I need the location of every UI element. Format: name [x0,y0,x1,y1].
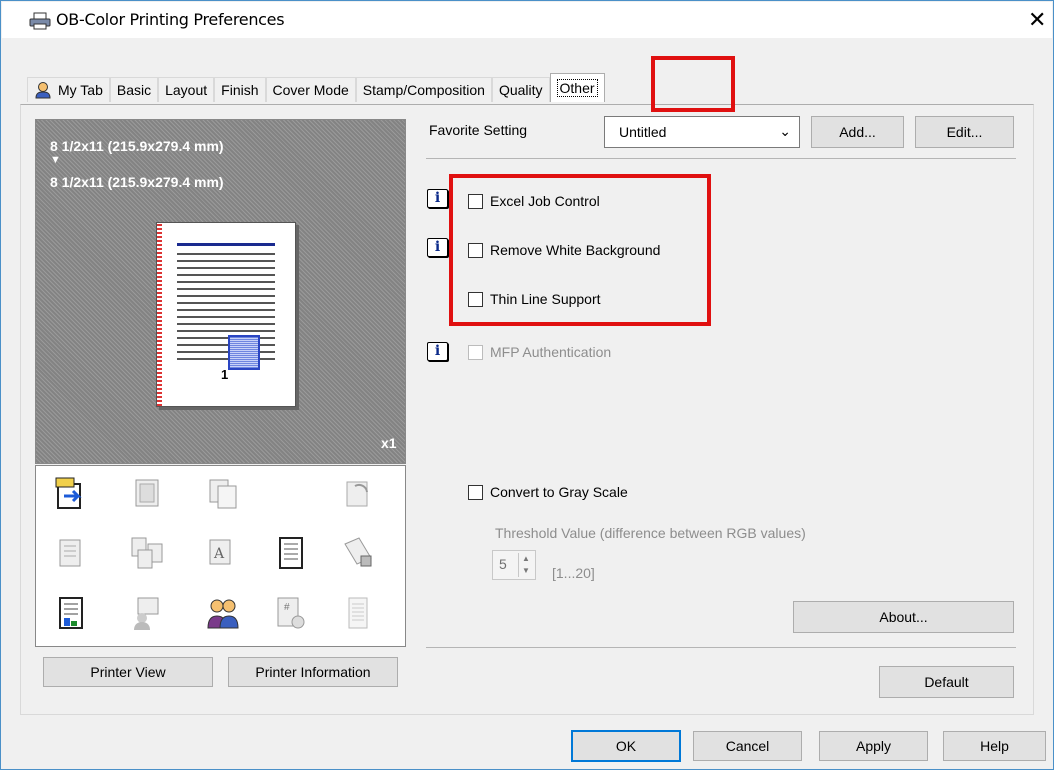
tab-label: Finish [221,82,259,98]
mfp-authentication-info-icon[interactable]: i [427,342,448,361]
tab-cover-mode[interactable]: Cover Mode [265,77,356,102]
secure-print-icon[interactable] [341,536,375,570]
printer-information-label: Printer Information [255,664,371,680]
edit-button[interactable]: Edit... [915,116,1014,148]
output-size-label: 8 1/2x11 (215.9x279.4 mm) [50,174,224,190]
person-icon [35,82,51,99]
cancel-label: Cancel [725,738,770,754]
printer-icon [29,12,51,30]
apply-label: Apply [855,738,892,754]
text-lines [177,253,275,365]
about-label: About... [879,609,928,625]
printer-view-button[interactable]: Printer View [43,657,213,687]
remove-white-background-info-icon[interactable]: i [427,238,448,257]
cancel-button[interactable]: Cancel [693,731,802,761]
printer-view-label: Printer View [90,664,166,680]
tab-label: Basic [116,82,152,98]
threshold-label: Threshold Value (difference between RGB … [495,525,806,541]
down-arrow-icon: ▼ [50,154,61,166]
booklet-icon[interactable] [130,476,164,510]
printer-information-button[interactable]: Printer Information [228,657,398,687]
threshold-range: [1...20] [552,565,595,581]
favorite-setting-value: Untitled [619,124,667,140]
tab-my-tab[interactable]: My Tab [27,77,110,102]
tab-layout[interactable]: Layout [158,77,215,102]
tab-label: Other [556,79,598,97]
excel-job-control-info-icon[interactable]: i [427,189,448,208]
edit-label: Edit... [946,124,983,140]
printing-preferences-dialog: OB-Color Printing Preferences ✕ My Tab B… [0,0,1054,770]
tab-stamp-composition[interactable]: Stamp/Composition [355,77,492,102]
page-thumbnail: 1 [156,222,296,407]
window-title: OB-Color Printing Preferences [56,10,285,29]
font-icon[interactable]: A [206,536,240,570]
threshold-spinner: 5 ▲ ▼ [492,550,536,580]
convert-gray-scale-label: Convert to Gray Scale [490,484,628,500]
favorite-setting-select[interactable]: Untitled ⌄ [604,116,800,148]
help-label: Help [980,738,1009,754]
threshold-value: 5 [499,556,507,572]
binding-edge [157,223,162,406]
favorite-setting-label: Favorite Setting [429,122,528,138]
collate-icon[interactable] [130,536,164,570]
tab-basic[interactable]: Basic [109,77,159,102]
add-label: Add... [839,124,876,140]
svg-text:A: A [213,546,225,562]
tab-quality[interactable]: Quality [491,77,550,102]
tab-label: Layout [165,82,208,98]
copies-label: x1 [381,435,397,451]
report-icon[interactable] [54,596,88,630]
mfp-authentication-label: MFP Authentication [490,344,612,360]
chevron-down-icon: ⌄ [779,123,791,139]
tab-finish[interactable]: Finish [214,77,266,102]
tab-label: Cover Mode [272,82,349,98]
document-stack-icon[interactable] [54,536,88,570]
lined-page-icon[interactable] [341,596,375,630]
page-number-icon[interactable]: # [274,596,308,630]
tab-label: Stamp/Composition [362,82,485,98]
image-block [228,335,260,370]
mfp-authentication-checkbox [468,345,483,360]
page-number: 1 [221,367,229,382]
header-line [177,243,275,246]
highlight-options-box [449,174,711,326]
user-print-icon[interactable] [130,596,164,630]
tab-other[interactable]: Other [549,73,605,102]
close-icon[interactable]: ✕ [1028,8,1046,33]
separator-top [426,158,1016,159]
add-button[interactable]: Add... [811,116,904,148]
highlight-other-tab [651,56,735,112]
ok-button[interactable]: OK [571,730,681,762]
original-size-label: 8 1/2x11 (215.9x279.4 mm) [50,138,224,154]
convert-gray-scale-checkbox[interactable] [468,485,483,500]
form-document-icon[interactable] [274,536,308,570]
tab-strip: My Tab Basic Layout Finish Cover Mode St… [27,73,605,102]
ok-label: OK [615,738,637,754]
svg-text:#: # [284,602,290,613]
copy-pages-icon[interactable] [206,476,240,510]
function-icons-panel: A # [35,465,406,647]
default-button[interactable]: Default [879,666,1014,698]
help-button[interactable]: Help [943,731,1046,761]
about-button[interactable]: About... [793,601,1014,633]
key-document-icon[interactable] [54,476,88,510]
apply-button[interactable]: Apply [819,731,928,761]
tab-label: My Tab [58,82,103,98]
spin-arrows-icon: ▲ ▼ [518,553,533,577]
title-bar: OB-Color Printing Preferences ✕ [2,2,1052,38]
separator-bottom [426,647,1016,648]
default-label: Default [924,674,969,690]
user-authentication-icon[interactable] [206,596,240,630]
rotate-page-icon[interactable] [341,476,375,510]
tab-label: Quality [498,82,543,98]
